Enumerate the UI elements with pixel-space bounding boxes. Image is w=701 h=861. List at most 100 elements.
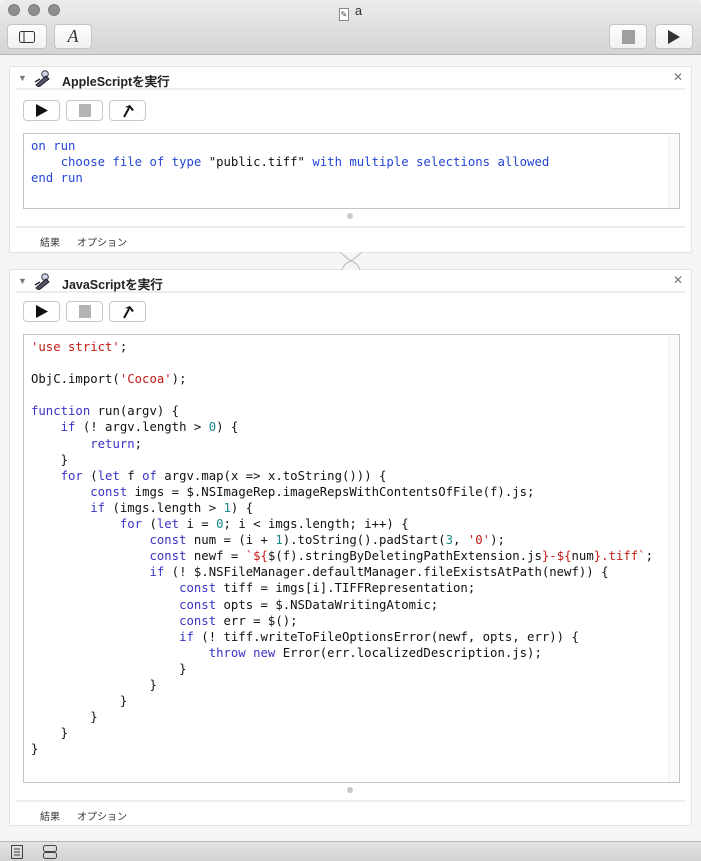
code-token: num	[571, 549, 594, 564]
code-token: }	[31, 726, 69, 741]
code-line: }	[31, 741, 679, 757]
resize-handle[interactable]	[347, 213, 353, 219]
action-panel: ▼ JavaScriptを実行 ✕ 'use strict'; ObjC.impo…	[9, 269, 692, 826]
code-token: imgs = $.NSImageRep.imageRepsWithContent…	[127, 484, 535, 499]
code-line: if (! $.NSFileManager.defaultManager.fil…	[31, 564, 679, 580]
code-token: choose file of type	[60, 155, 202, 170]
code-token: const	[179, 597, 217, 612]
code-token: 1	[223, 500, 231, 515]
script-editor[interactable]: on run choose file of type "public.tiff"…	[23, 133, 680, 209]
code-token: "public.tiff"	[201, 155, 313, 170]
code-token: );	[171, 372, 187, 387]
stop-script-button[interactable]	[66, 100, 103, 121]
code-token: (imgs.length >	[105, 500, 224, 515]
sidebar-icon	[19, 30, 35, 43]
remove-action-icon[interactable]: ✕	[673, 70, 683, 84]
code-token: return	[90, 436, 135, 451]
code-token: 0	[216, 517, 224, 532]
remove-action-icon[interactable]: ✕	[673, 273, 683, 287]
code-token: Error(err.localizedDescription.js);	[275, 645, 542, 660]
action-header: ▼ JavaScriptを実行 ✕	[16, 270, 685, 293]
code-token: 1	[275, 533, 283, 548]
code-line: if (imgs.length > 1) {	[31, 500, 679, 516]
code-token: ;	[134, 436, 143, 451]
code-line: const opts = $.NSDataWritingAtomic;	[31, 597, 679, 613]
stop-button[interactable]	[609, 24, 647, 49]
workflow-view-icon[interactable]	[43, 845, 57, 859]
tab-options[interactable]: オプション	[77, 234, 127, 249]
code-token: );	[490, 533, 505, 548]
log-list-icon[interactable]	[11, 845, 23, 859]
code-token: '0'	[467, 533, 491, 548]
code-token: if	[179, 629, 194, 644]
code-token: ;	[119, 340, 128, 354]
toggle-library-button[interactable]	[7, 24, 47, 49]
code-token: }.tiff`	[593, 549, 646, 564]
code-token: err = $();	[216, 613, 298, 628]
code-line: }	[31, 709, 679, 725]
code-token: num = (i +	[186, 533, 276, 548]
run-button[interactable]	[655, 24, 693, 49]
code-line: }	[31, 661, 679, 677]
hammer-icon	[122, 104, 134, 117]
code-token: run(argv) {	[90, 404, 180, 419]
code-token: }-${	[541, 549, 572, 564]
code-line: const imgs = $.NSImageRep.imageRepsWithC…	[31, 484, 679, 500]
code-line: ObjC.import('Cocoa');	[31, 371, 679, 387]
code-token: (! $.NSFileManager.defaultManager.fileEx…	[164, 565, 609, 580]
code-token: on run	[31, 139, 76, 153]
run-script-button[interactable]	[23, 100, 60, 121]
scrollbar[interactable]	[668, 134, 679, 208]
code-token: ;	[645, 549, 653, 564]
code-line: if (! tiff.writeToFileOptionsError(newf,…	[31, 629, 679, 645]
code-line: for (let i = 0; i < imgs.length; i++) {	[31, 516, 679, 532]
code-token: ) {	[230, 500, 254, 515]
code-line: throw new Error(err.localizedDescription…	[31, 645, 679, 661]
stop-icon	[78, 104, 91, 117]
tab-options[interactable]: オプション	[77, 808, 127, 823]
code-token: let	[156, 517, 180, 532]
code-token: ObjC.import(	[31, 372, 120, 387]
code-token: of	[142, 468, 157, 483]
code-token: (	[82, 468, 98, 483]
tab-results[interactable]: 結果	[40, 234, 60, 249]
compile-button[interactable]	[109, 100, 146, 121]
run-script-button[interactable]	[23, 301, 60, 322]
code-token: const	[179, 581, 217, 596]
code-line: function run(argv) {	[31, 403, 679, 419]
font-button[interactable]: A	[54, 24, 92, 49]
play-icon	[35, 104, 48, 117]
code-token: (! tiff.writeToFileOptionsError(newf, op…	[193, 629, 579, 644]
resize-handle[interactable]	[347, 787, 353, 793]
code-token: newf =	[186, 549, 246, 564]
disclosure-triangle-icon[interactable]: ▼	[18, 276, 27, 286]
play-icon	[35, 305, 48, 318]
code-token: new	[253, 645, 276, 660]
disclosure-triangle-icon[interactable]: ▼	[18, 73, 27, 83]
code-token: end run	[31, 171, 83, 186]
code-token: if	[149, 565, 165, 580]
code-token: with multiple selections allowed	[312, 155, 550, 170]
code-token: }	[31, 710, 98, 725]
code-line: for (let f of argv.map(x => x.toString()…	[31, 468, 679, 484]
action-title: JavaScriptを実行	[62, 278, 163, 292]
window-title: ✎ a	[0, 3, 701, 21]
script-icon	[34, 273, 50, 290]
compile-button[interactable]	[109, 301, 146, 322]
scrollbar[interactable]	[668, 335, 679, 782]
script-editor[interactable]: 'use strict'; ObjC.import('Cocoa'); functi…	[23, 334, 680, 783]
tab-results[interactable]: 結果	[40, 808, 60, 823]
code-token: 'use strict'	[31, 340, 120, 354]
font-icon: A	[67, 26, 79, 46]
stop-script-button[interactable]	[66, 301, 103, 322]
code-line: }	[31, 452, 679, 468]
